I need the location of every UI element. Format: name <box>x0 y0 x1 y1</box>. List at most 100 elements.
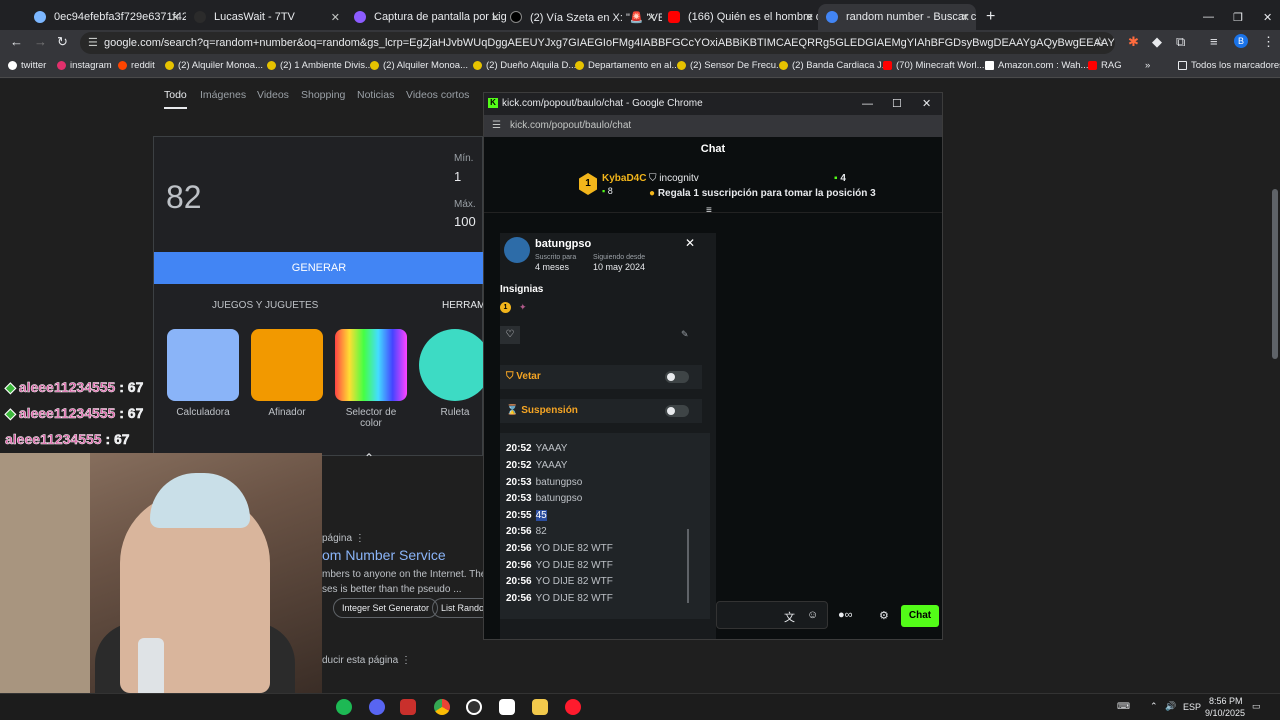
more-options-icon[interactable]: ⋮ <box>401 655 411 666</box>
bookmark-item[interactable]: reddit <box>118 60 155 71</box>
browser-tab-3[interactable]: Captura de pantalla por Lightsh✕ <box>346 4 506 30</box>
sitelink-pill[interactable]: Integer Set Generator <box>333 598 439 618</box>
leaderboard-top-user[interactable]: KybaD4C <box>602 173 646 184</box>
result-title-link[interactable]: om Number Service <box>322 547 446 563</box>
minimize-icon[interactable]: — <box>862 93 873 115</box>
max-input[interactable]: 100 <box>454 214 476 229</box>
follow-heart-button[interactable]: ♡ <box>500 326 520 344</box>
suspension-toggle[interactable] <box>665 405 689 417</box>
minimize-icon[interactable]: — <box>1195 4 1222 30</box>
tab-games-toys[interactable]: JUEGOS Y JUGUETES <box>212 300 318 311</box>
bookmark-item[interactable]: RAG <box>1088 60 1122 71</box>
address-input[interactable]: ☰ google.com/search?q=random+number&oq=r… <box>80 32 1115 54</box>
tab-close-icon[interactable]: ✕ <box>805 11 814 24</box>
new-tab-button[interactable]: + <box>978 4 1000 30</box>
keyboard-icon[interactable]: ⌨ <box>1117 701 1130 712</box>
bookmark-item[interactable]: (70) Minecraft Worl... <box>883 60 985 71</box>
bookmark-star-icon[interactable]: ☆ <box>1094 34 1106 50</box>
browser-tab-2[interactable]: LucasWait - 7TV ✕ <box>186 4 346 30</box>
bookmark-item[interactable]: twitter <box>8 60 46 71</box>
min-input[interactable]: 1 <box>454 169 461 184</box>
bookmark-item[interactable]: (2) Sensor De Frecu... <box>677 60 784 71</box>
maximize-icon[interactable]: ❐ <box>1225 4 1251 30</box>
clock-time[interactable]: 8:56 PM <box>1209 696 1243 706</box>
tab-close-icon[interactable]: ✕ <box>171 11 180 24</box>
forward-icon[interactable]: → <box>34 34 47 49</box>
browser-tab-6[interactable]: random number - Buscar con G✕ <box>818 4 976 30</box>
bookmark-item[interactable]: (2) 1 Ambiente Divis... <box>267 60 373 71</box>
chrome-icon[interactable] <box>434 699 450 715</box>
tab-tools[interactable]: HERRAM <box>442 300 485 311</box>
bookmark-item[interactable]: (2) Alquiler Monoa... <box>370 60 468 71</box>
profile-avatar[interactable]: B <box>1234 34 1248 48</box>
translate-link[interactable]: ducir esta página ⋮ <box>322 655 411 666</box>
tool-color-picker[interactable]: Selector de color <box>335 329 407 429</box>
tab-close-icon[interactable]: ✕ <box>331 11 340 24</box>
more-bookmarks-icon[interactable]: » <box>1145 60 1150 71</box>
language-indicator[interactable]: ESP <box>1183 702 1201 712</box>
veto-toggle[interactable] <box>665 371 689 383</box>
video-app-icon[interactable] <box>400 699 416 715</box>
site-info-icon[interactable]: ☰ <box>492 115 501 137</box>
more-options-icon[interactable]: ⋮ <box>355 533 365 544</box>
close-card-icon[interactable]: ✕ <box>685 236 695 250</box>
tab-videos[interactable]: Videos <box>257 89 289 101</box>
page-scrollbar[interactable] <box>1272 189 1278 359</box>
gift-sub-prompt[interactable]: ● Regala 1 suscripción para tomar la pos… <box>649 188 876 199</box>
tab-short-videos[interactable]: Videos cortos <box>406 89 469 101</box>
gear-icon[interactable]: ⚙ <box>879 609 889 622</box>
translate-icon[interactable]: 文 <box>784 609 795 625</box>
extensions-puzzle-icon[interactable]: ⧉ <box>1176 34 1185 50</box>
obs-icon[interactable] <box>466 699 482 715</box>
popup-url-bar[interactable]: ☰ kick.com/popout/baulo/chat <box>484 115 942 137</box>
tool-calculator[interactable]: Calculadora <box>167 329 239 418</box>
generate-button[interactable]: GENERAR <box>154 252 484 284</box>
reading-list-icon[interactable]: ≡ <box>1210 34 1218 49</box>
browser-tab-1[interactable]: 0ec94efebfa3f729e6371f42a0b✕ <box>26 4 186 30</box>
chevron-up-icon[interactable]: ⌃ <box>1150 701 1158 712</box>
all-bookmarks[interactable]: Todos los marcadores <box>1178 60 1280 71</box>
maximize-icon[interactable]: ☐ <box>892 93 902 115</box>
chevron-up-icon[interactable]: ⌃ <box>364 451 374 465</box>
browser-tab-5[interactable]: (166) Quién es el hombre que ✕ <box>660 4 820 30</box>
tab-shopping[interactable]: Shopping <box>301 89 345 101</box>
watch-party-icon[interactable]: ●∞ <box>838 609 853 621</box>
extension-icon[interactable]: ◆ <box>1152 34 1162 50</box>
menu-icon[interactable]: ⋮ <box>1262 34 1275 50</box>
history-scrollbar[interactable] <box>687 529 689 603</box>
clock-date[interactable]: 9/10/2025 <box>1205 708 1245 718</box>
tool-spinner[interactable]: Ruleta <box>419 329 491 418</box>
tab-close-icon[interactable]: ✕ <box>491 11 500 24</box>
close-window-icon[interactable]: ✕ <box>922 93 931 115</box>
bookmark-item[interactable]: (2) Dueño Alquila D... <box>473 60 576 71</box>
close-window-icon[interactable]: ✕ <box>1255 4 1280 30</box>
spotify-icon[interactable] <box>336 699 352 715</box>
volume-icon[interactable]: 🔊 <box>1165 701 1176 712</box>
site-info-icon[interactable]: ☰ <box>88 32 98 54</box>
tab-all[interactable]: Todo <box>164 89 187 109</box>
tab-images[interactable]: Imágenes <box>200 89 246 101</box>
back-icon[interactable]: ← <box>10 34 23 49</box>
folder-icon[interactable] <box>532 699 548 715</box>
leaderboard-second-user[interactable]: ⛉ incognitv <box>649 173 699 184</box>
browser-tab-4[interactable]: (2) Vía Szeta en X: "🚨 "VENGO✕ <box>502 4 662 30</box>
tab-close-icon[interactable]: ✕ <box>647 11 656 24</box>
bookmark-item[interactable]: instagram <box>57 60 112 71</box>
opera-icon[interactable] <box>565 699 581 715</box>
bookmark-item[interactable]: Departamento en al... <box>575 60 679 71</box>
bookmark-item[interactable]: (2) Alquiler Monoa... <box>165 60 263 71</box>
emoji-icon[interactable]: ☺ <box>807 609 818 621</box>
capcut-icon[interactable] <box>499 699 515 715</box>
report-icon[interactable]: ✎ <box>681 329 689 340</box>
tool-tuner[interactable]: Afinador <box>251 329 323 418</box>
extension-icon[interactable]: ✱ <box>1128 34 1139 50</box>
send-chat-button[interactable]: Chat <box>901 605 939 627</box>
bookmark-item[interactable]: (2) Banda Cardiaca J... <box>779 60 890 71</box>
discord-icon[interactable] <box>369 699 385 715</box>
tab-close-icon[interactable]: ✕ <box>961 11 970 24</box>
notification-icon[interactable]: ▭ <box>1252 701 1261 712</box>
card-username[interactable]: batungpso <box>535 238 591 250</box>
bookmark-item[interactable]: Amazon.com : Wah... <box>985 60 1088 71</box>
tab-news[interactable]: Noticias <box>357 89 394 101</box>
reload-icon[interactable]: ↻ <box>57 34 68 50</box>
